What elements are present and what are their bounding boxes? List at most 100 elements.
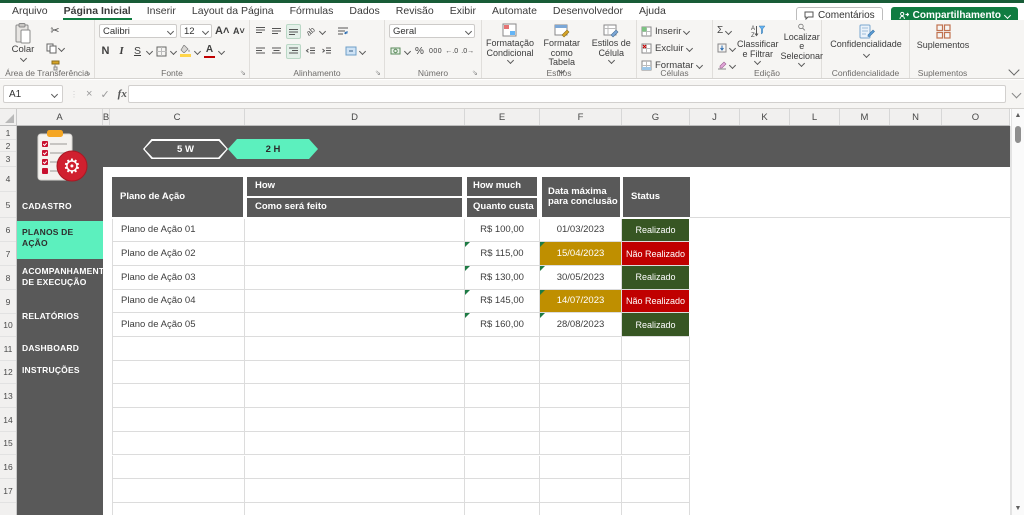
scroll-up-icon[interactable]: ▲ — [1012, 112, 1024, 119]
how-cell[interactable] — [245, 361, 465, 385]
column-header-L[interactable]: L — [790, 109, 840, 125]
menu-tab-dados[interactable]: Dados — [341, 3, 387, 20]
sidebar-item-relatorios[interactable]: RELATÓRIOS — [22, 311, 100, 322]
plan-cell[interactable]: Plano de Ação 02 — [112, 242, 245, 266]
status-cell[interactable]: Realizado — [622, 313, 690, 337]
font-name-combo[interactable]: Calibri — [99, 24, 177, 38]
deadline-cell[interactable]: 30/05/2023 — [540, 266, 622, 290]
deadline-cell[interactable]: 01/03/2023 — [540, 219, 622, 243]
plan-cell[interactable] — [112, 361, 245, 385]
status-cell[interactable] — [622, 503, 690, 515]
deadline-cell[interactable]: 14/07/2023 — [540, 290, 622, 314]
how-cell[interactable] — [245, 290, 465, 314]
status-cell[interactable] — [622, 337, 690, 361]
plan-cell[interactable]: Plano de Ação 03 — [112, 266, 245, 290]
how-cell[interactable] — [245, 313, 465, 337]
status-cell[interactable]: Realizado — [622, 266, 690, 290]
column-header-O[interactable]: O — [942, 109, 1010, 125]
row-header-8[interactable]: 8 — [0, 266, 16, 290]
status-cell[interactable] — [622, 456, 690, 480]
vertical-scrollbar[interactable]: ▲ ▼ — [1011, 109, 1024, 515]
column-header-N[interactable]: N — [890, 109, 942, 125]
column-header-E[interactable]: E — [465, 109, 540, 125]
sensitivity-button[interactable]: Confidencialidade — [826, 23, 906, 57]
how-cell[interactable] — [245, 408, 465, 432]
clipboard-dialog-launcher[interactable]: ⇘ — [85, 70, 92, 77]
row-header-11[interactable]: 11 — [0, 337, 16, 361]
status-cell[interactable] — [622, 384, 690, 408]
orientation-button[interactable]: ab — [301, 22, 319, 40]
plan-cell[interactable] — [112, 503, 245, 515]
collapse-ribbon-icon[interactable] — [1008, 64, 1019, 75]
cost-cell[interactable] — [465, 337, 540, 361]
cost-cell[interactable] — [465, 408, 540, 432]
row-header-17[interactable]: 17 — [0, 479, 16, 503]
column-header-G[interactable]: G — [622, 109, 690, 125]
confirm-entry-icon[interactable]: ✓ — [100, 88, 109, 101]
sidebar-item-acompanhamento-de-execucao[interactable]: ACOMPANHAMENTO DE EXECUÇÃO — [22, 266, 100, 287]
cost-cell[interactable] — [465, 503, 540, 515]
align-middle-button[interactable] — [270, 25, 283, 38]
status-cell[interactable]: Realizado — [622, 219, 690, 243]
how-cell[interactable] — [245, 432, 465, 456]
deadline-cell[interactable]: 28/08/2023 — [540, 313, 622, 337]
insert-cells-button[interactable]: Inserir — [641, 24, 709, 38]
percent-button[interactable]: % — [413, 45, 426, 58]
menu-tab-ajuda[interactable]: Ajuda — [631, 3, 674, 20]
status-cell[interactable] — [622, 361, 690, 385]
plan-cell[interactable] — [112, 384, 245, 408]
row-header-2[interactable]: 2 — [0, 140, 16, 152]
delete-cells-button[interactable]: Excluir — [641, 41, 709, 55]
menu-tab-desenvolvedor[interactable]: Desenvolvedor — [545, 3, 631, 20]
cost-cell[interactable] — [465, 361, 540, 385]
cell-styles-button[interactable]: Estilos de Célula — [589, 23, 633, 63]
tab-2h[interactable]: 2 H — [228, 139, 318, 159]
underline-button[interactable]: S — [131, 45, 144, 58]
scrollbar-thumb[interactable] — [1015, 126, 1021, 143]
header-plano-de-acao[interactable]: Plano de Ação — [112, 177, 243, 217]
header-quanto-custa[interactable]: Quanto custa — [467, 198, 537, 217]
menu-tab-pagina-inicial[interactable]: Página Inicial — [56, 3, 139, 20]
sidebar-item-dashboard[interactable]: DASHBOARD — [22, 343, 100, 354]
fill-button[interactable] — [717, 41, 735, 55]
cost-cell[interactable]: R$ 130,00 — [465, 266, 540, 290]
format-as-table-button[interactable]: Formatar como Tabela — [538, 23, 585, 73]
wrap-text-button[interactable] — [336, 25, 349, 38]
menu-tab-exibir[interactable]: Exibir — [442, 3, 484, 20]
row-header-3[interactable]: 3 — [0, 152, 16, 167]
copy-button[interactable] — [46, 42, 64, 55]
increase-decimal-button[interactable]: ←.0 — [445, 45, 458, 58]
plan-cell[interactable] — [112, 456, 245, 480]
sort-filter-button[interactable]: AZ Classificar e Filtrar — [737, 23, 779, 66]
how-cell[interactable] — [245, 242, 465, 266]
deadline-cell[interactable] — [540, 432, 622, 456]
autosum-button[interactable]: Σ — [717, 24, 735, 38]
sidebar-item-planos-de-acao[interactable]: PLANOS DE AÇÃO — [22, 227, 100, 248]
menu-tab-arquivo[interactable]: Arquivo — [4, 3, 56, 20]
number-dialog-launcher[interactable]: ⇘ — [472, 70, 479, 77]
accounting-format-button[interactable] — [389, 45, 402, 58]
cost-cell[interactable]: R$ 115,00 — [465, 242, 540, 266]
font-color-button[interactable]: A — [203, 45, 216, 58]
insert-function-button[interactable]: fx — [118, 88, 127, 100]
increase-indent-button[interactable] — [320, 45, 333, 58]
increase-font-button[interactable]: A˄ — [215, 25, 229, 38]
plan-cell[interactable]: Plano de Ação 05 — [112, 313, 245, 337]
deadline-cell[interactable] — [540, 456, 622, 480]
cost-cell[interactable] — [465, 432, 540, 456]
sidebar-item-instrucoes[interactable]: INSTRUÇÕES — [22, 365, 100, 376]
header-como-sera-feito[interactable]: Como será feito — [247, 198, 462, 217]
plan-cell[interactable] — [112, 432, 245, 456]
decrease-font-button[interactable]: A˅ — [232, 25, 245, 38]
find-select-button[interactable]: Localizar e Selecionar — [781, 23, 824, 66]
number-format-combo[interactable]: Geral — [389, 24, 475, 38]
plan-cell[interactable] — [112, 337, 245, 361]
align-center-button[interactable] — [270, 45, 283, 58]
status-cell[interactable] — [622, 408, 690, 432]
column-header-M[interactable]: M — [840, 109, 890, 125]
deadline-cell[interactable] — [540, 337, 622, 361]
deadline-cell[interactable] — [540, 384, 622, 408]
how-cell[interactable] — [245, 337, 465, 361]
how-cell[interactable] — [245, 266, 465, 290]
font-size-combo[interactable]: 12 — [180, 24, 212, 38]
